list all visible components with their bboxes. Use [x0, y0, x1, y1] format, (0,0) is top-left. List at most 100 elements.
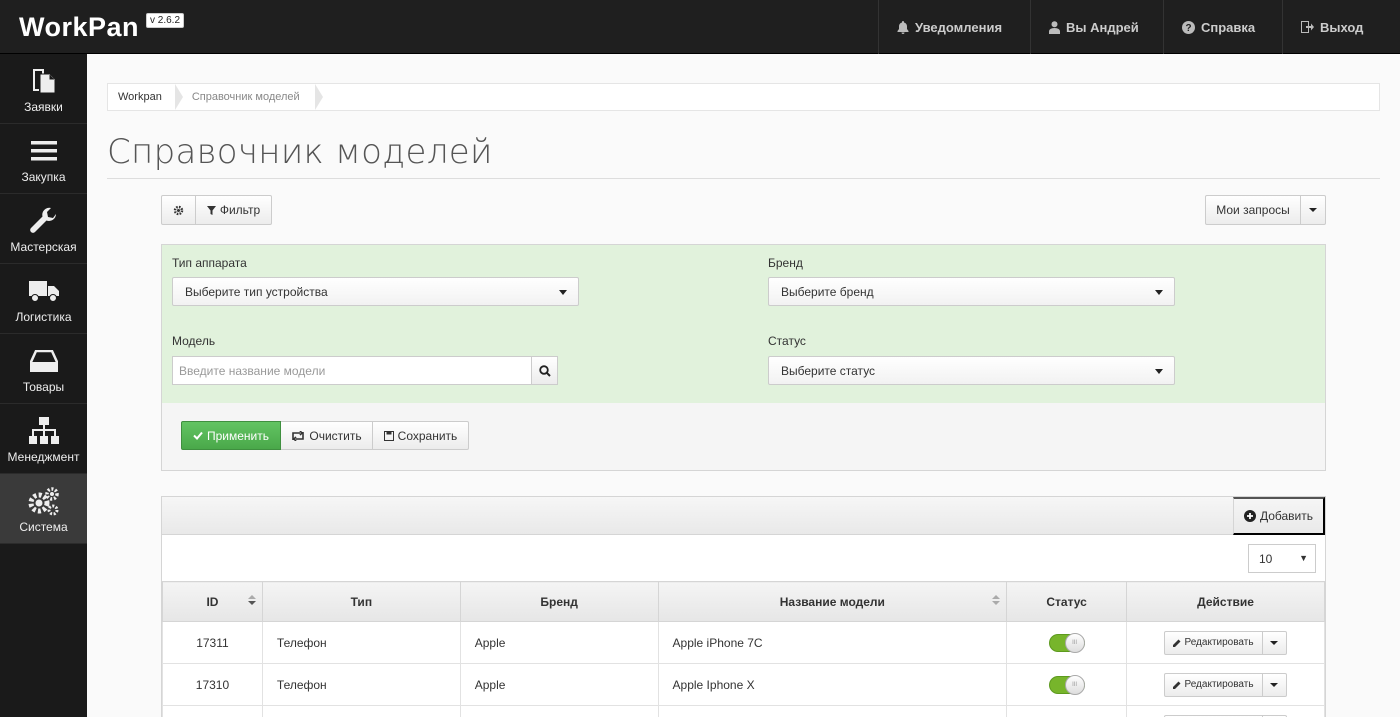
model-label: Модель — [172, 334, 216, 348]
logout-label: Выход — [1320, 19, 1364, 35]
brand-label: Бренд — [768, 256, 803, 270]
clear-label: Очистить — [309, 428, 362, 443]
column-header-id[interactable]: ID — [162, 581, 263, 622]
drive-icon — [29, 349, 58, 372]
save-filter-button[interactable]: Сохранить — [373, 421, 469, 450]
brand-select[interactable]: Выберите бренд — [768, 277, 1175, 306]
bell-icon — [897, 20, 909, 34]
edit-dropdown-button[interactable] — [1262, 630, 1287, 655]
column-header-type: Тип — [261, 581, 461, 622]
caret-down-icon — [1155, 369, 1163, 374]
sidebar-item-goods[interactable]: Товары — [0, 334, 87, 404]
sidebar-label: Товары — [22, 379, 65, 394]
saved-queries-button[interactable]: Мои запросы — [1205, 195, 1301, 225]
main-content: Workpan Справочник моделей Справочник мо… — [87, 54, 1400, 717]
column-header-status: Статус — [1006, 581, 1128, 622]
version-badge: v 2.6.2 — [146, 13, 185, 28]
cell-type — [261, 705, 461, 717]
table-header-row: ID Тип Бренд Название модели Статус Дейс… — [162, 581, 1325, 622]
per-page-select[interactable]: 10 ▼ — [1248, 544, 1316, 573]
menu-icon — [30, 140, 57, 160]
settings-button[interactable] — [161, 195, 196, 225]
cell-brand: Apple — [459, 663, 659, 706]
table-row: 17311 Телефон Apple Apple iPhone 7C III … — [162, 621, 1325, 664]
sidebar-item-requests[interactable]: Заявки — [0, 54, 87, 124]
logout-link[interactable]: Выход — [1282, 0, 1400, 54]
filter-button[interactable]: Фильтр — [196, 195, 272, 225]
help-link[interactable]: ? Справка — [1163, 0, 1282, 54]
column-header-action: Действие — [1126, 581, 1325, 622]
edit-label: Редактировать — [1184, 637, 1254, 648]
device-type-value: Выберите тип устройства — [185, 284, 328, 299]
status-value: Выберите статус — [781, 363, 876, 378]
check-icon — [193, 431, 203, 440]
top-nav: Уведомления Вы Андрей ? Справка Выход — [878, 0, 1400, 54]
brand-value: Выберите бренд — [781, 284, 874, 299]
column-header-model-name[interactable]: Название модели — [657, 581, 1008, 622]
saved-queries-group: Мои запросы — [1205, 195, 1326, 225]
sidebar-label: Закупка — [21, 169, 66, 184]
help-label: Справка — [1201, 19, 1256, 35]
title-divider — [107, 178, 1380, 179]
cell-brand — [459, 705, 659, 717]
caret-down-icon: ▼ — [1299, 553, 1308, 563]
breadcrumb-current: Справочник моделей — [182, 84, 323, 110]
sidebar-item-logistics[interactable]: Логистика — [0, 264, 87, 334]
add-model-label: Добавить — [1259, 509, 1314, 523]
status-select[interactable]: Выберите статус — [768, 356, 1175, 385]
sidebar-item-management[interactable]: Менеджмент — [0, 404, 87, 474]
breadcrumb-home[interactable]: Workpan — [108, 84, 183, 110]
pencil-icon — [1173, 639, 1181, 647]
edit-button[interactable]: Редактировать — [1164, 630, 1263, 655]
app-brand[interactable]: WorkPan — [19, 12, 139, 43]
cell-id: 17311 — [162, 621, 263, 664]
sidebar-label: Логистика — [15, 309, 72, 324]
model-search-button[interactable] — [531, 356, 558, 385]
question-icon: ? — [1182, 20, 1195, 34]
caret-down-icon — [559, 290, 567, 295]
cell-action: Редактировать — [1126, 663, 1325, 706]
sort-icon — [247, 595, 256, 605]
cell-id — [162, 705, 263, 717]
sidebar-item-purchasing[interactable]: Закупка — [0, 124, 87, 194]
user-menu[interactable]: Вы Андрей — [1030, 0, 1163, 54]
sidebar-item-system[interactable]: Система — [0, 474, 87, 544]
svg-text:?: ? — [1185, 23, 1191, 34]
notifications-label: Уведомления — [915, 19, 1003, 35]
saved-queries-dropdown[interactable] — [1301, 195, 1326, 225]
gears-icon — [28, 486, 59, 515]
add-model-button[interactable]: Добавить — [1233, 497, 1325, 535]
top-navbar: WorkPan v 2.6.2 Уведомления Вы Андрей ? … — [0, 0, 1400, 54]
status-toggle[interactable]: III — [1048, 632, 1085, 653]
column-header-brand: Бренд — [459, 581, 659, 622]
edit-button-group: Редактировать — [1164, 630, 1287, 655]
apply-button[interactable]: Применить — [181, 421, 281, 450]
per-page-value: 10 — [1259, 551, 1273, 566]
table-row: III Редактировать — [162, 705, 1325, 717]
status-toggle[interactable]: III — [1048, 674, 1085, 695]
device-type-select[interactable]: Выберите тип устройства — [172, 277, 579, 306]
documents-icon — [32, 68, 55, 93]
model-search-input[interactable]: Введите название модели — [172, 356, 532, 385]
notifications-link[interactable]: Уведомления — [878, 0, 1030, 54]
filter-toolbar: Фильтр — [161, 195, 272, 225]
edit-label: Редактировать — [1184, 679, 1254, 690]
table-row: 17310 Телефон Apple Apple Iphone X III Р… — [162, 663, 1325, 706]
apply-label: Применить — [206, 428, 269, 443]
cell-status: III — [1006, 663, 1128, 706]
edit-dropdown-button[interactable] — [1262, 672, 1287, 697]
sort-icon — [992, 595, 1001, 605]
filter-actions: Применить Очистить Сохранить — [181, 421, 469, 450]
sidebar-label: Система — [19, 519, 68, 534]
toggle-knob-icon: III — [1064, 674, 1085, 695]
sidebar-item-workshop[interactable]: Мастерская — [0, 194, 87, 264]
clear-button[interactable]: Очистить — [281, 421, 373, 450]
status-label: Статус — [768, 334, 806, 348]
filter-fields: Тип аппарата Выберите тип устройства Бре… — [162, 245, 1325, 403]
edit-button[interactable]: Редактировать — [1164, 672, 1263, 697]
cell-type: Телефон — [261, 663, 461, 706]
filter-panel: Тип аппарата Выберите тип устройства Бре… — [161, 244, 1326, 471]
sidebar-label: Заявки — [24, 99, 63, 114]
cell-model — [657, 705, 1008, 717]
cell-model: Apple iPhone 7C — [657, 621, 1008, 664]
